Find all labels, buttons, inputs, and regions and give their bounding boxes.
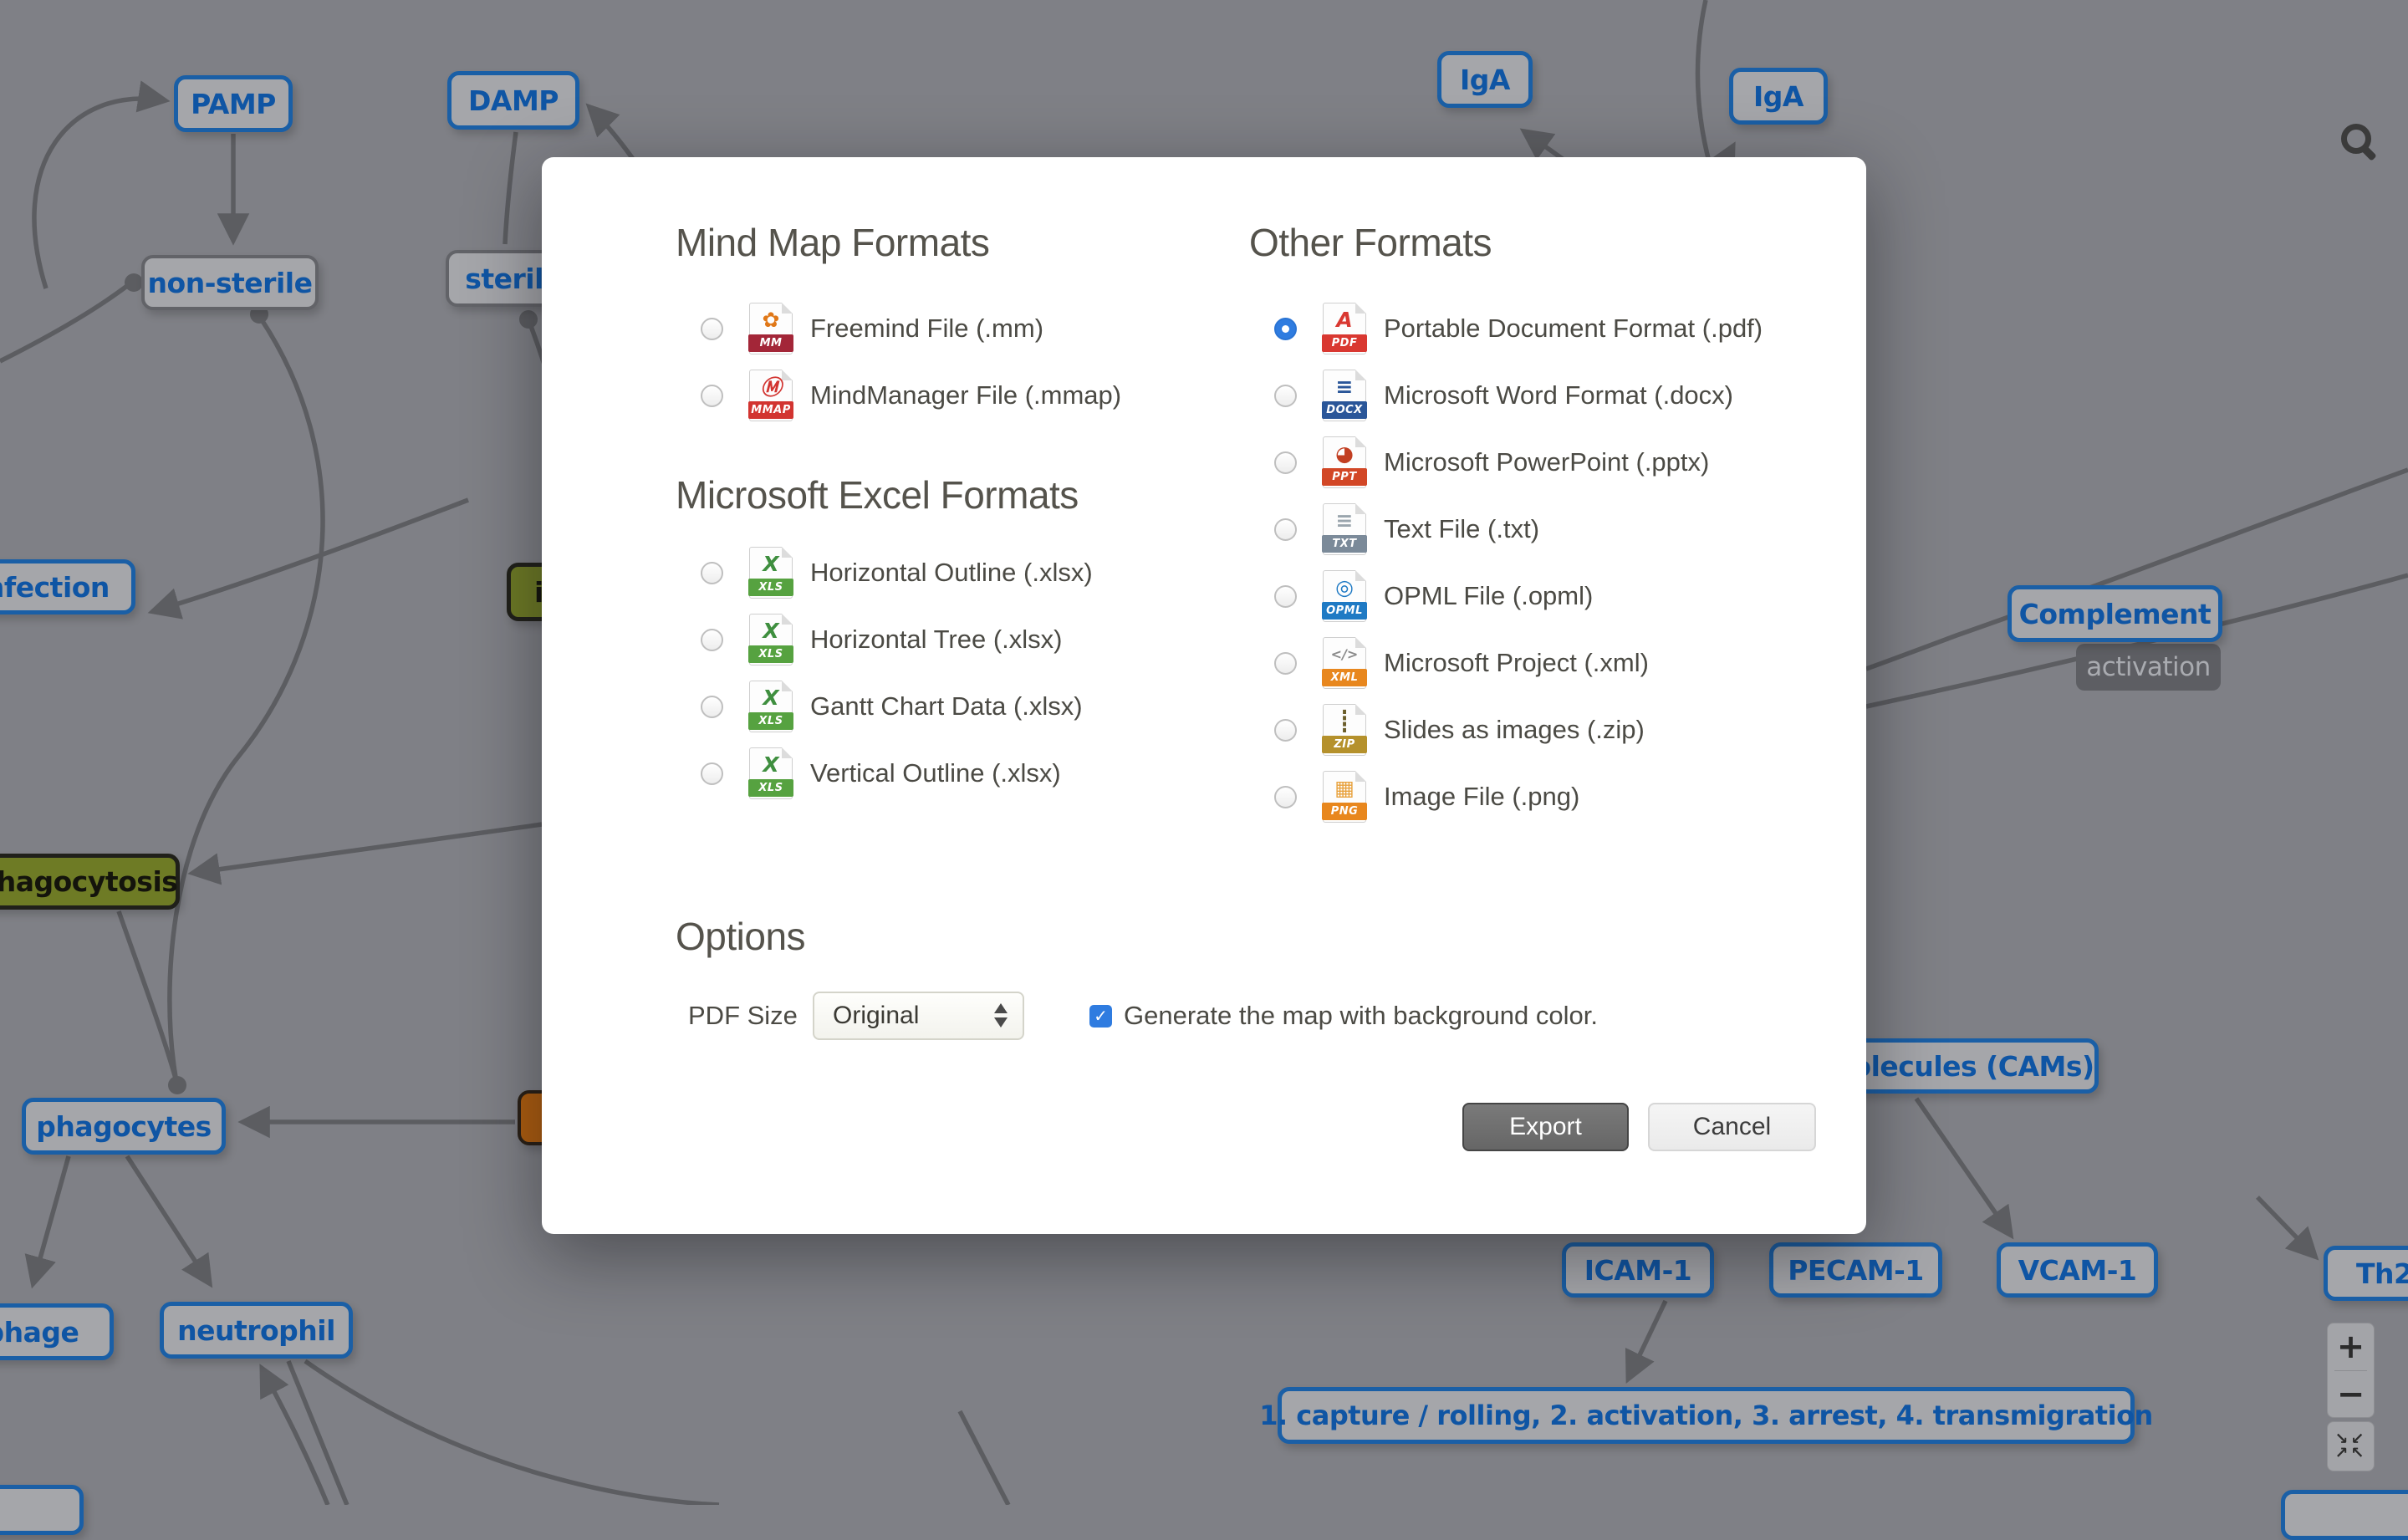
node-neutrophil[interactable]: neutrophil: [160, 1302, 353, 1359]
node-icam-1[interactable]: ICAM-1: [1562, 1242, 1714, 1298]
node-capture-rolling[interactable]: 1. capture / rolling, 2. activation, 3. …: [1278, 1387, 2135, 1444]
word-file-icon: ≡ DOCX: [1323, 370, 1366, 421]
format-option-gantt-chart-xlsx[interactable]: X XLS Gantt Chart Data (.xlsx): [676, 673, 1211, 740]
node-macrophage[interactable]: phage: [0, 1303, 114, 1360]
fit-to-screen-icon[interactable]: ↘↙ ↗↖: [2328, 1422, 2374, 1471]
format-option-horizontal-outline-xlsx[interactable]: X XLS Horizontal Outline (.xlsx): [676, 539, 1211, 606]
node-activation-tag: activation: [2076, 644, 2221, 691]
node-damp[interactable]: DAMP: [447, 71, 579, 130]
format-option-txt[interactable]: ≡ TXT Text File (.txt): [1249, 496, 1851, 563]
format-option-label: Image File (.png): [1384, 782, 1579, 812]
node-phagocytes[interactable]: phagocytes: [22, 1098, 226, 1155]
search-icon[interactable]: [2339, 122, 2380, 162]
format-option-mindmanager-mmap[interactable]: Ⓜ MMAP MindManager File (.mmap): [676, 362, 1211, 429]
excel-file-icon: X XLS: [749, 747, 793, 799]
format-option-xml[interactable]: </> XML Microsoft Project (.xml): [1249, 630, 1851, 696]
format-option-label: Gantt Chart Data (.xlsx): [810, 691, 1083, 722]
format-option-pdf[interactable]: A PDF Portable Document Format (.pdf): [1249, 295, 1851, 362]
pdf-size-label: PDF Size: [688, 1001, 800, 1031]
format-option-label: Portable Document Format (.pdf): [1384, 314, 1763, 344]
format-option-zip[interactable]: ┋ ZIP Slides as images (.zip): [1249, 696, 1851, 763]
mindmanager-file-icon: Ⓜ MMAP: [749, 370, 793, 421]
radio-button[interactable]: [701, 629, 723, 651]
format-option-horizontal-tree-xlsx[interactable]: X XLS Horizontal Tree (.xlsx): [676, 606, 1211, 673]
format-option-label: Microsoft Project (.xml): [1384, 648, 1649, 678]
png-file-icon: ▦ PNG: [1323, 771, 1366, 823]
format-option-vertical-outline-xlsx[interactable]: X XLS Vertical Outline (.xlsx): [676, 740, 1211, 807]
format-option-label: Vertical Outline (.xlsx): [810, 758, 1061, 788]
zoom-out-button[interactable]: −: [2328, 1371, 2374, 1418]
node-iga-1[interactable]: IgA: [1437, 51, 1533, 108]
node-iga-2[interactable]: IgA: [1729, 68, 1828, 125]
format-option-label: Text File (.txt): [1384, 514, 1539, 544]
radio-button[interactable]: [1274, 585, 1297, 608]
radio-button[interactable]: [1274, 719, 1297, 742]
radio-button-selected[interactable]: [1274, 318, 1297, 340]
format-option-label: Horizontal Outline (.xlsx): [810, 558, 1093, 588]
format-option-png[interactable]: ▦ PNG Image File (.png): [1249, 763, 1851, 830]
format-option-pptx[interactable]: ◕ PPT Microsoft PowerPoint (.pptx): [1249, 429, 1851, 496]
format-option-label: Slides as images (.zip): [1384, 715, 1645, 745]
format-option-label: OPML File (.opml): [1384, 581, 1593, 611]
format-option-label: MindManager File (.mmap): [810, 380, 1121, 410]
node-stub-bottom-right[interactable]: [2281, 1490, 2408, 1540]
node-non-sterile[interactable]: non-sterile: [141, 255, 319, 310]
text-file-icon: ≡ TXT: [1323, 503, 1366, 555]
background-color-checkbox-label: Generate the map with background color.: [1124, 1001, 1598, 1031]
radio-button[interactable]: [1274, 385, 1297, 407]
format-option-freemind-mm[interactable]: ✿ MM Freemind File (.mm): [676, 295, 1211, 362]
node-complement[interactable]: Complement: [2008, 585, 2222, 642]
format-option-label: Microsoft PowerPoint (.pptx): [1384, 447, 1709, 477]
export-button[interactable]: Export: [1462, 1103, 1629, 1151]
pdf-file-icon: A PDF: [1323, 303, 1366, 354]
excel-file-icon: X XLS: [749, 681, 793, 732]
format-option-label: Horizontal Tree (.xlsx): [810, 625, 1062, 655]
format-option-label: Microsoft Word Format (.docx): [1384, 380, 1733, 410]
background-color-checkbox[interactable]: ✓: [1089, 1005, 1112, 1028]
section-title-other-formats: Other Formats: [1249, 220, 1851, 265]
cancel-button[interactable]: Cancel: [1648, 1103, 1816, 1151]
node-pamp[interactable]: PAMP: [174, 75, 293, 132]
radio-button[interactable]: [701, 696, 723, 718]
format-option-docx[interactable]: ≡ DOCX Microsoft Word Format (.docx): [1249, 362, 1851, 429]
zoom-in-button[interactable]: +: [2328, 1323, 2374, 1370]
radio-button[interactable]: [1274, 451, 1297, 474]
section-title-excel-formats: Microsoft Excel Formats: [676, 472, 1211, 518]
freemind-file-icon: ✿ MM: [749, 303, 793, 354]
pdf-size-select[interactable]: Original: [813, 992, 1024, 1040]
project-xml-file-icon: </> XML: [1323, 637, 1366, 689]
format-option-label: Freemind File (.mm): [810, 314, 1043, 344]
node-cams[interactable]: olecules (CAMs): [1848, 1038, 2099, 1094]
pdf-size-value: Original: [833, 1002, 919, 1030]
zoom-controls: + − ↘↙ ↗↖: [2327, 1323, 2375, 1471]
powerpoint-file-icon: ◕ PPT: [1323, 436, 1366, 488]
opml-file-icon: ◎ OPML: [1323, 570, 1366, 622]
radio-button[interactable]: [1274, 518, 1297, 541]
excel-file-icon: X XLS: [749, 547, 793, 599]
zip-file-icon: ┋ ZIP: [1323, 704, 1366, 756]
select-spinner-icon: [994, 1003, 1008, 1028]
node-infection[interactable]: infection: [0, 559, 135, 614]
node-phagocytosis[interactable]: phagocytosis: [0, 854, 180, 910]
radio-button[interactable]: [701, 562, 723, 584]
node-vcam-1[interactable]: VCAM-1: [1997, 1242, 2158, 1298]
radio-button[interactable]: [701, 762, 723, 785]
excel-file-icon: X XLS: [749, 614, 793, 665]
node-th2[interactable]: Th2: [2324, 1246, 2408, 1301]
radio-button[interactable]: [701, 385, 723, 407]
section-title-mindmap-formats: Mind Map Formats: [676, 220, 1211, 265]
radio-button[interactable]: [701, 318, 723, 340]
format-option-opml[interactable]: ◎ OPML OPML File (.opml): [1249, 563, 1851, 630]
section-title-options: Options: [676, 914, 1813, 959]
radio-button[interactable]: [1274, 652, 1297, 675]
node-pecam-1[interactable]: PECAM-1: [1769, 1242, 1942, 1298]
radio-button[interactable]: [1274, 786, 1297, 808]
node-stub-bottom-left[interactable]: [0, 1485, 84, 1535]
export-dialog: Mind Map Formats ✿ MM Freemind File (.mm…: [542, 157, 1866, 1234]
